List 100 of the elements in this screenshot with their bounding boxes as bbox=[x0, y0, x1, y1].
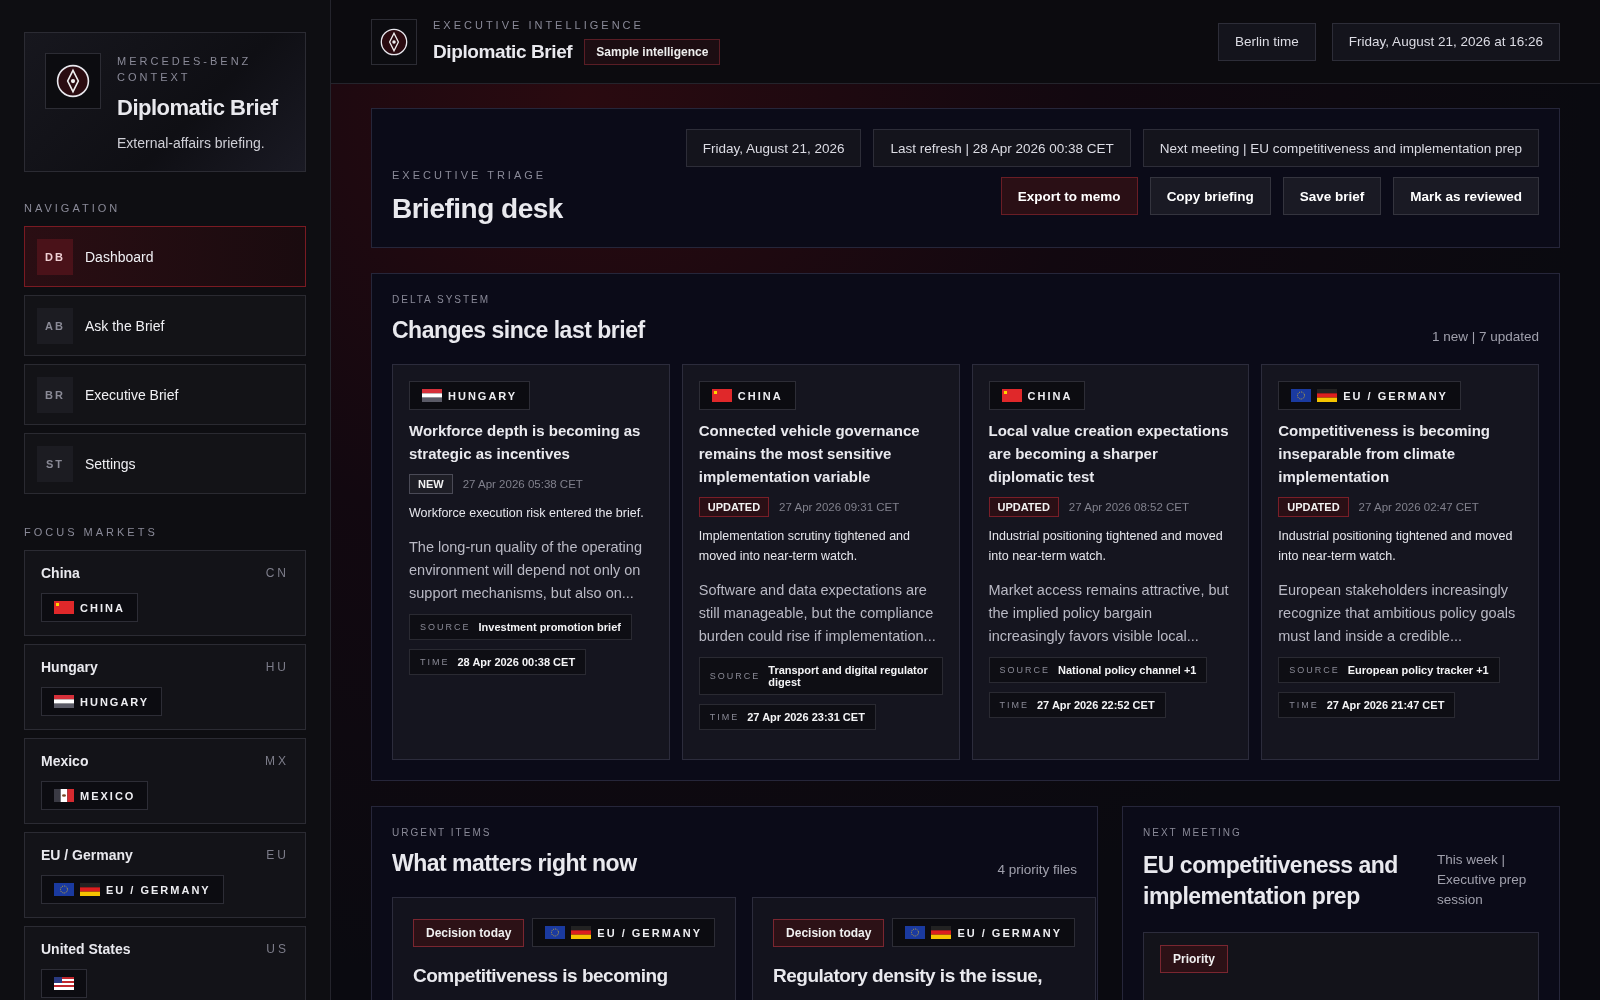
action-button[interactable]: Save brief bbox=[1282, 177, 1382, 215]
time-chip: TIME 27 Apr 2026 23:31 CET bbox=[698, 704, 876, 730]
card-summary: Industrial positioning tightened and moved into near-term watch. bbox=[1278, 528, 1514, 565]
flag-icon bbox=[422, 389, 442, 402]
card-summary: Workforce execution risk entered the brief. bbox=[409, 505, 644, 522]
update-count: 1 new | 7 updated bbox=[1431, 329, 1539, 344]
meeting-title: EU competitiveness and implementation prep bbox=[1143, 851, 1399, 911]
market-code: US bbox=[266, 942, 289, 956]
section-title: What matters right now bbox=[392, 850, 637, 877]
country-tag: CHINA bbox=[988, 381, 1086, 410]
card-time: 27 Apr 2026 09:31 CET bbox=[779, 501, 900, 513]
sample-badge: Sample intelligence bbox=[584, 38, 721, 65]
action-button[interactable]: Copy briefing bbox=[1149, 177, 1271, 215]
country-tag: EU / GERMANY bbox=[41, 875, 224, 904]
section-eyebrow: NEXT MEETING bbox=[1143, 827, 1243, 838]
card-body: European stakeholders increasingly recognize that ambitious policy goals must land inside a credible... bbox=[1278, 581, 1517, 646]
section-eyebrow: URGENT ITEMS bbox=[392, 827, 493, 838]
country-tag: EU / GERMANY bbox=[532, 918, 716, 947]
card-body: Market access remains attractive, but the implied policy bargain increasingly favors visible local... bbox=[988, 581, 1230, 646]
time-chip: TIME 27 Apr 2026 21:47 CET bbox=[1278, 692, 1456, 718]
market-card[interactable]: Mexico MX MEXICO bbox=[24, 738, 306, 824]
flag-icon bbox=[54, 601, 74, 614]
section-title: Changes since last brief bbox=[392, 317, 645, 344]
flag-icon bbox=[54, 883, 74, 896]
nav-label: Executive Brief bbox=[85, 386, 179, 403]
app-title: Diplomatic Brief bbox=[433, 40, 573, 63]
flag-icon bbox=[571, 926, 592, 939]
country-tag: CHINA bbox=[41, 593, 138, 622]
country-tag: EU / GERMANY bbox=[1278, 381, 1461, 410]
country-tag: HUNGARY bbox=[409, 381, 531, 410]
decision-badge: Decision today bbox=[413, 918, 525, 947]
brand-subtitle: External-affairs briefing. bbox=[117, 135, 266, 151]
nav-label: Dashboard bbox=[85, 248, 154, 265]
card-body: Software and data expectations are still manageable, but the compliance burden could rise if implementation... bbox=[698, 581, 937, 646]
flag-icon bbox=[711, 389, 732, 402]
status-badge: UPDATED bbox=[988, 497, 1059, 517]
market-card[interactable]: Hungary HU HUNGARY bbox=[24, 644, 306, 730]
header-chip: Berlin time bbox=[1218, 22, 1316, 61]
market-code: HU bbox=[265, 660, 289, 674]
brand-title: Diplomatic Brief bbox=[117, 95, 279, 121]
status-badge: UPDATED bbox=[1278, 497, 1349, 517]
info-chip: Friday, August 21, 2026 bbox=[685, 129, 862, 167]
market-name: Hungary bbox=[41, 659, 98, 675]
market-name: United States bbox=[41, 941, 131, 957]
market-card[interactable]: China CN CHINA bbox=[24, 550, 306, 636]
status-badge: UPDATED bbox=[698, 497, 770, 517]
flag-icon bbox=[54, 789, 74, 802]
flag-icon bbox=[54, 695, 74, 708]
flag-icon bbox=[1001, 389, 1022, 402]
meeting-note: This week | Executive prep session bbox=[1437, 851, 1528, 909]
info-chip: Next meeting | EU competitiveness and implementation prep bbox=[1142, 129, 1539, 167]
market-name: Mexico bbox=[41, 753, 89, 769]
priority-count: 4 priority files bbox=[997, 862, 1077, 877]
time-chip: TIME 27 Apr 2026 22:52 CET bbox=[988, 692, 1166, 718]
nav-code: AB bbox=[37, 307, 73, 344]
nav-item[interactable]: BR Executive Brief bbox=[24, 364, 306, 425]
logo-icon bbox=[380, 27, 408, 56]
section-label: NAVIGATION bbox=[24, 202, 122, 214]
card-title: Regulatory density is the issue, bbox=[773, 965, 1044, 987]
header-eyebrow: EXECUTIVE INTELLIGENCE bbox=[433, 18, 645, 31]
nav-code: DB bbox=[37, 238, 73, 275]
flag-icon bbox=[1291, 389, 1312, 402]
nav-item[interactable]: DB Dashboard bbox=[24, 226, 306, 287]
card-summary: Industrial positioning tightened and moved into near-term watch. bbox=[988, 528, 1224, 565]
card-title: Competitiveness is becoming bbox=[413, 965, 669, 987]
card-time: 27 Apr 2026 02:47 CET bbox=[1358, 501, 1479, 513]
flag-icon bbox=[54, 977, 74, 990]
info-chip: Last refresh | 28 Apr 2026 00:38 CET bbox=[873, 129, 1131, 167]
market-card[interactable]: EU / Germany EU EU / GERMANY bbox=[24, 832, 306, 918]
nav-item[interactable]: ST Settings bbox=[24, 433, 306, 494]
source-chip: SOURCE National policy channel +1 bbox=[988, 657, 1208, 683]
time-chip: TIME 28 Apr 2026 00:38 CET bbox=[409, 649, 587, 675]
action-button[interactable]: Export to memo bbox=[1000, 177, 1138, 215]
priority-badge: Priority bbox=[1160, 945, 1228, 973]
flag-icon bbox=[545, 926, 566, 939]
flag-icon bbox=[80, 883, 100, 896]
market-code: CN bbox=[265, 566, 289, 580]
nav-label: Settings bbox=[85, 455, 136, 472]
brand-eyebrow: MERCEDES-BENZ CONTEXT bbox=[117, 54, 253, 85]
market-card[interactable]: United States US bbox=[24, 926, 306, 1000]
nav-item[interactable]: AB Ask the Brief bbox=[24, 295, 306, 356]
card-title: Competitiveness is becoming inseparable from climate implementation bbox=[1278, 421, 1491, 487]
market-name: EU / Germany bbox=[41, 847, 133, 863]
nav-code: BR bbox=[37, 376, 73, 413]
section-label: FOCUS MARKETS bbox=[24, 526, 159, 538]
nav-code: ST bbox=[37, 445, 73, 482]
decision-badge: Decision today bbox=[773, 918, 885, 947]
flag-icon bbox=[931, 926, 952, 939]
section-eyebrow: DELTA SYSTEM bbox=[392, 294, 492, 305]
source-chip: SOURCE European policy tracker +1 bbox=[1278, 657, 1500, 683]
card-title: Local value creation expectations are becoming a sharper diplomatic test bbox=[988, 421, 1230, 487]
market-code: EU bbox=[266, 848, 289, 862]
card-title: Connected vehicle governance remains the most sensitive implementation variable bbox=[698, 421, 921, 487]
country-tag: EU / GERMANY bbox=[892, 918, 1076, 947]
market-code: MX bbox=[265, 754, 289, 768]
action-button[interactable]: Mark as reviewed bbox=[1393, 177, 1539, 215]
section-eyebrow: EXECUTIVE TRIAGE bbox=[392, 169, 548, 181]
flag-icon bbox=[1317, 389, 1338, 402]
card-body: The long-run quality of the operating environment will depend not only on support mechanisms, but also on... bbox=[409, 538, 643, 603]
country-tag: HUNGARY bbox=[41, 687, 163, 716]
